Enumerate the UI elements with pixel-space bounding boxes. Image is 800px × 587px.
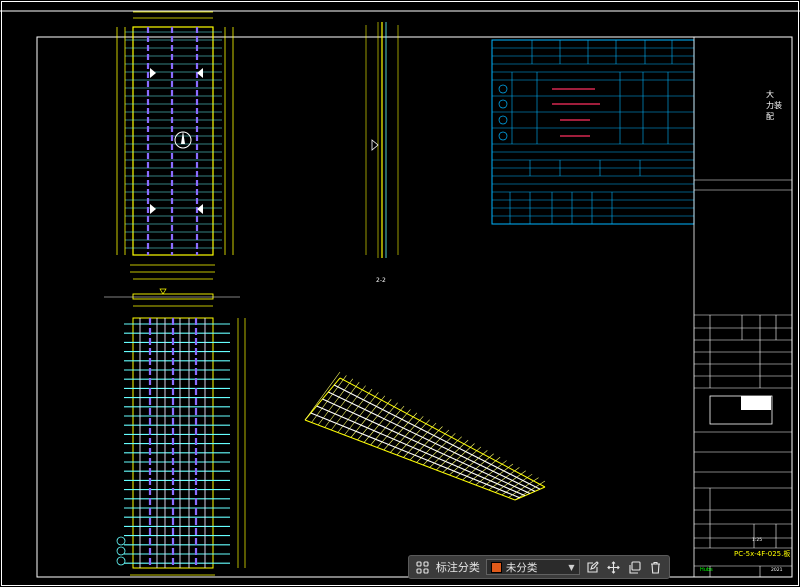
copy-icon[interactable] (627, 559, 642, 575)
top-plan-view (116, 11, 234, 280)
category-value: 未分类 (505, 561, 538, 574)
edit-icon[interactable] (586, 559, 601, 575)
inner-frame (36, 36, 793, 578)
rebar-table (491, 39, 695, 225)
sheet-number: 2021 (771, 567, 783, 573)
delete-icon[interactable] (648, 559, 663, 575)
category-select[interactable]: 未分类 ▼ (485, 559, 580, 575)
outer-frame (1, 1, 799, 586)
move-icon[interactable] (606, 559, 621, 575)
title-block: PC-5x-4F-025.板 Hubs 1:25 2021 (693, 37, 792, 577)
vertical-note-2: 力装 (766, 100, 782, 110)
chevron-down-icon: ▼ (568, 562, 575, 572)
grid-menu-icon[interactable] (415, 559, 430, 575)
bottom-rebar-view (116, 317, 246, 576)
svg-text:2-2: 2-2 (376, 277, 386, 284)
sheet-name: PC-5x-4F-025.板 (734, 549, 790, 558)
vertical-note-3: 配 (766, 112, 774, 121)
side-view: 2-2 (365, 22, 399, 284)
cad-drawing-canvas[interactable]: 2-2 PC-5x-4F-025.板 Hubs 1:25 2021 大 力装 配 (0, 0, 800, 587)
vertical-note-1: 大 (766, 89, 774, 99)
status-text: Hubs (700, 567, 713, 573)
scale-text: 1:25 (752, 537, 762, 543)
category-color-swatch (490, 561, 502, 573)
isometric-view (304, 371, 546, 501)
section-strip (104, 288, 240, 307)
annotation-toolbar: 标注分类 未分类 ▼ (408, 555, 670, 579)
category-label: 标注分类 (435, 561, 480, 574)
